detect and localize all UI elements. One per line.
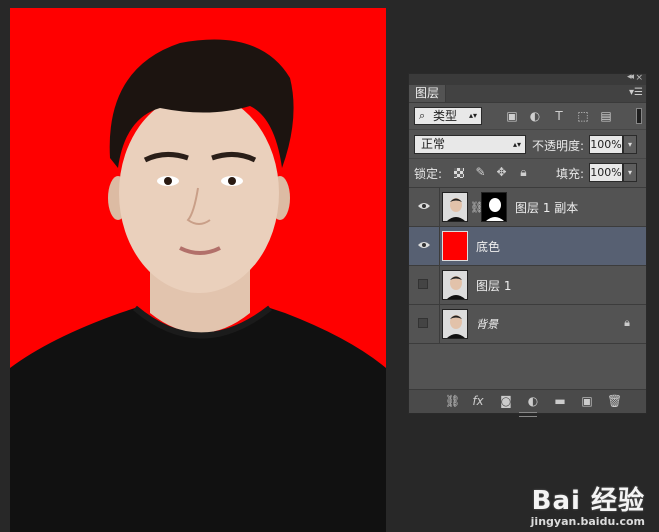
panel-tab-row: 图层 ▾☰ (409, 85, 646, 103)
layer-thumbnail (442, 309, 468, 339)
layer-thumbnail-fill (442, 231, 468, 261)
panel-menu-icon[interactable]: ▾☰ (629, 87, 643, 98)
layer-thumbnail (442, 192, 468, 222)
baidu-jingyan-watermark: Bai 经验 jingyan.baidu.com (531, 480, 645, 528)
layers-list: ⛓ 图层 1 副本 底色 图层 1 背景 🔒︎ (409, 187, 646, 389)
lock-all-icon[interactable]: 🔒︎ (517, 166, 530, 179)
blend-mode-value: 正常 (421, 137, 446, 151)
layer-name: 图层 1 (476, 279, 512, 293)
add-mask-icon[interactable]: ◙ (499, 394, 513, 408)
layer-filter-select[interactable]: ⌕ 类型 ▴▾ (414, 107, 482, 125)
visibility-off-box (418, 318, 428, 328)
type-layer-filter-icon[interactable]: T (552, 109, 566, 123)
new-layer-icon[interactable]: ▣ (580, 394, 594, 408)
layer-row-selected[interactable]: 底色 (409, 226, 646, 265)
layer-row[interactable]: 图层 1 (409, 265, 646, 304)
resize-grip[interactable] (519, 412, 537, 417)
opacity-label: 不透明度: (532, 139, 585, 153)
layer-filter-value: 类型 (433, 109, 458, 123)
new-group-folder-icon[interactable]: ▬ (553, 394, 567, 408)
layers-panel: ◂◂ × 图层 ▾☰ ⌕ 类型 ▴▾ ▣ ◐ T ⬚ ▤ 正常 ▴▾ 不透明度:… (408, 72, 647, 417)
lock-transparent-pixels-icon[interactable] (454, 168, 464, 178)
adjustment-layer-icon[interactable]: ◐ (526, 394, 540, 408)
layer-thumbnail (442, 270, 468, 300)
fill-dropdown-button[interactable]: ▾ (623, 163, 637, 182)
layer-row[interactable]: ⛓ 图层 1 副本 (409, 187, 646, 226)
visibility-toggle[interactable] (409, 188, 440, 226)
fill-field[interactable]: 100% (589, 163, 623, 182)
lock-fill-row: 锁定: ✎ ✥ 🔒︎ 填充: 100% ▾ (409, 158, 646, 186)
visibility-off-box (418, 279, 428, 289)
visibility-toggle[interactable] (409, 227, 440, 265)
lock-image-pixels-brush-icon[interactable]: ✎ (474, 166, 487, 179)
layers-empty-area[interactable] (409, 343, 646, 389)
visibility-toggle[interactable] (409, 266, 440, 304)
portrait-photo (10, 39, 386, 532)
blend-opacity-row: 正常 ▴▾ 不透明度: 100% ▾ (409, 129, 646, 158)
panel-header-bar[interactable]: ◂◂ × (409, 72, 646, 85)
adjustment-layer-filter-icon[interactable]: ◐ (528, 109, 542, 123)
search-icon: ⌕ (419, 109, 426, 122)
filter-toggle-switch[interactable] (636, 108, 642, 124)
stepper-arrows-icon: ▴▾ (468, 111, 477, 120)
layer-name: 图层 1 副本 (515, 201, 579, 215)
layer-row[interactable]: 背景 🔒︎ (409, 304, 646, 343)
opacity-field[interactable]: 100% (589, 135, 623, 154)
stepper-arrows-icon: ▴▾ (512, 140, 521, 149)
lock-icon: 🔒︎ (624, 316, 630, 329)
blend-mode-select[interactable]: 正常 ▴▾ (414, 135, 526, 154)
lock-label: 锁定: (414, 167, 443, 181)
panel-footer-toolbar: ⛓ fx ◙ ◐ ▬ ▣ 🗑︎ (409, 389, 646, 417)
filter-row: ⌕ 类型 ▴▾ ▣ ◐ T ⬚ ▤ (409, 103, 646, 129)
layer-mask-thumbnail[interactable] (481, 192, 507, 222)
layer-style-fx-icon[interactable]: fx (471, 394, 485, 408)
smart-object-filter-icon[interactable]: ▤ (599, 109, 613, 123)
shape-layer-filter-icon[interactable]: ⬚ (576, 109, 590, 123)
tab-layers[interactable]: 图层 (409, 85, 447, 102)
collapse-panel-icon[interactable]: ◂◂ (627, 72, 634, 82)
trash-icon[interactable]: 🗑︎ (607, 394, 622, 408)
layer-name: 底色 (476, 240, 501, 254)
watermark-logo: Bai 经验 (531, 486, 645, 516)
visibility-toggle[interactable] (409, 305, 440, 343)
watermark-url: jingyan.baidu.com (530, 515, 645, 528)
close-panel-icon[interactable]: × (635, 73, 643, 83)
link-layers-icon[interactable]: ⛓ (445, 394, 460, 408)
eye-icon (418, 242, 430, 248)
layer-name: 背景 (476, 318, 498, 331)
lock-position-move-icon[interactable]: ✥ (495, 166, 508, 179)
fill-label: 填充: (556, 167, 585, 181)
eye-icon (418, 203, 430, 209)
document-canvas[interactable] (10, 8, 386, 532)
pixel-layer-filter-icon[interactable]: ▣ (505, 109, 519, 123)
opacity-dropdown-button[interactable]: ▾ (623, 135, 637, 154)
